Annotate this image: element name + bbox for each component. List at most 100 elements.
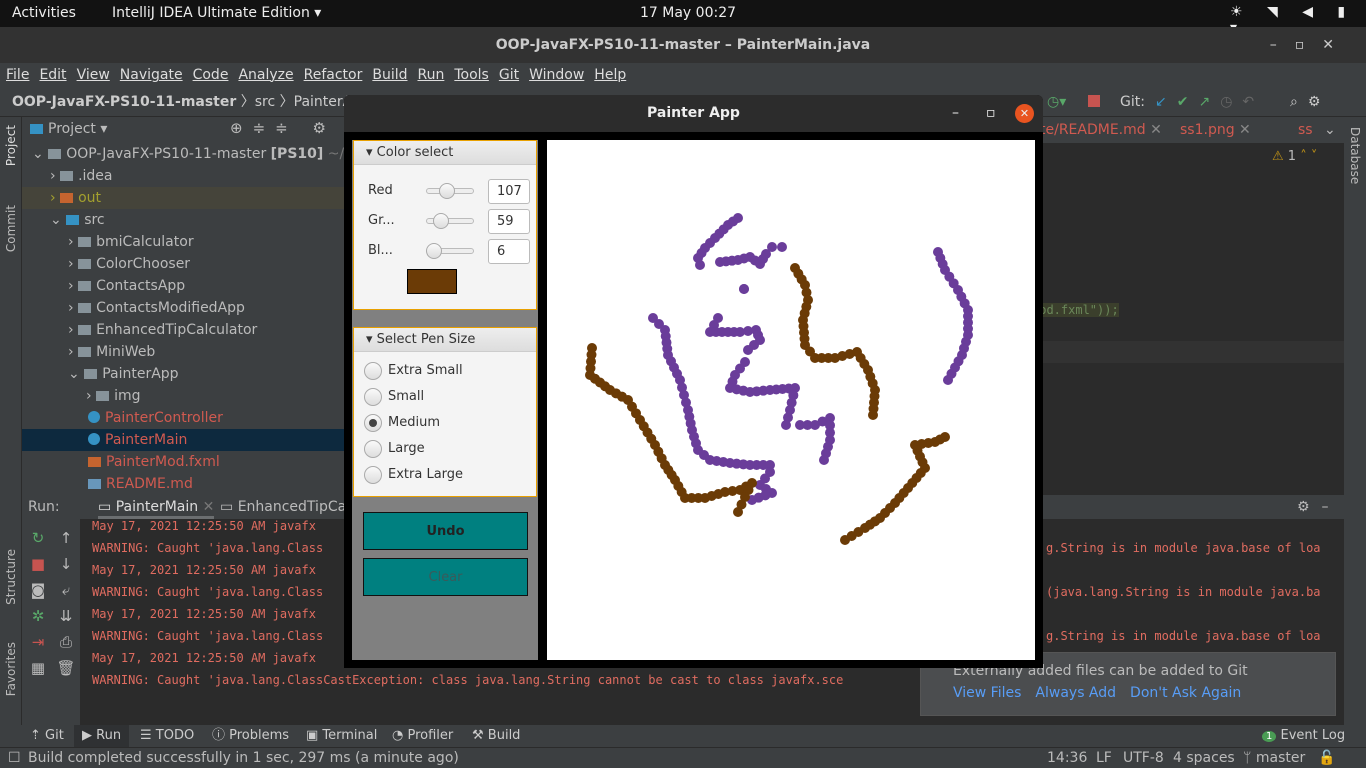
tool-tab-run[interactable]: ▶ Run [74,725,130,747]
git-actions[interactable]: ↙✔↗◷↶ [1155,87,1264,117]
console-line: WARNING: Caught 'java.lang.Class [92,585,324,599]
file-encoding[interactable]: UTF-8 [1123,748,1164,768]
tree-item[interactable]: › EnhancedTipCalculator [22,319,352,341]
commit-tool-tab[interactable]: Commit [4,205,18,252]
pen-size-radio[interactable]: Extra Small [364,360,463,382]
run-tab-enhancedtip[interactable]: ▭ EnhancedTipCa [220,495,346,519]
tab-readme[interactable]: te/README.md ✕ [1040,117,1162,143]
breadcrumb-src[interactable]: src [255,94,275,110]
dont-ask-again-link[interactable]: Don't Ask Again [1130,685,1241,701]
tab-ss[interactable]: ss [1298,117,1313,143]
search-settings-icons[interactable]: ⌕⚙ [1290,87,1330,117]
tree-item[interactable]: › out [22,187,352,209]
stop-icon[interactable] [1088,95,1100,107]
tool-tab-build[interactable]: ⚒ Build [472,725,520,747]
red-slider[interactable] [426,183,474,199]
tool-tab-profiler[interactable]: ◔ Profiler [392,725,453,747]
breadcrumb-project[interactable]: OOP-JavaFX-PS10-11-master [12,94,236,110]
lock-icon[interactable]: 🔓 [1318,748,1335,768]
tree-item[interactable]: ⌄ PainterApp [22,363,352,385]
clear-button[interactable]: Clear [363,558,528,596]
event-log-button[interactable]: 1 Event Log [1262,725,1345,748]
app-menu[interactable]: IntelliJ IDEA Ultimate Edition ▾ [112,5,321,21]
tab-ss1-png[interactable]: ss1.png ✕ [1180,117,1251,143]
activities-button[interactable]: Activities [12,5,76,21]
warning-indicator[interactable]: ⚠ 1 ˄ ˅ [1272,149,1317,164]
always-add-link[interactable]: Always Add [1035,685,1116,701]
tabs-overflow-icon[interactable]: ⌄ [1324,117,1336,143]
tree-item[interactable]: › ColorChooser [22,253,352,275]
green-field[interactable]: 59 [488,209,530,234]
menu-build[interactable]: Build [372,63,407,87]
tool-tab-terminal[interactable]: ▣ Terminal [306,725,377,747]
tree-item[interactable]: ⌄ src [22,209,352,231]
menu-file[interactable]: File [6,63,29,87]
tree-item[interactable]: PainterMod.fxml [22,451,352,473]
indent-setting[interactable]: 4 spaces [1173,748,1235,768]
blue-slider[interactable] [425,243,474,259]
paint-dot [733,213,743,223]
view-files-link[interactable]: View Files [953,685,1021,701]
tool-tab-todo[interactable]: ☰ TODO [140,725,194,747]
pen-size-radio[interactable]: Medium [364,412,440,434]
menu-help[interactable]: Help [594,63,626,87]
tool-tab-git[interactable]: ⇡ Git [30,725,64,747]
color-select-header[interactable]: ▾ Color select [354,141,536,165]
line-separator[interactable]: LF [1096,748,1112,768]
status-message[interactable]: Build completed successfully in 1 sec, 2… [28,748,459,768]
console-line: May 17, 2021 12:25:50 AM javafx [92,651,316,665]
run-panel-actions[interactable]: ⚙– [1297,495,1341,519]
close-button[interactable]: ✕ [1015,104,1034,123]
pen-size-radio[interactable]: Large [364,438,425,460]
green-slider[interactable] [426,213,474,229]
tree-item[interactable]: README.md [22,473,352,495]
run-tab-paintermain[interactable]: ▭ PainterMain ✕ [98,495,215,519]
menu-tools[interactable]: Tools [454,63,489,87]
menu-analyze[interactable]: Analyze [238,63,293,87]
clock[interactable]: 17 May 00:27 [640,5,736,21]
pen-size-header[interactable]: ▾ Select Pen Size [354,328,536,352]
menu-refactor[interactable]: Refactor [304,63,363,87]
tree-item[interactable]: › ContactsModifiedApp [22,297,352,319]
project-tool-tab[interactable]: Project [4,125,18,166]
blue-field[interactable]: 6 [488,239,530,264]
status-toggle-icon[interactable]: ☐ [8,748,21,768]
console-line: May 17, 2021 12:25:50 AM javafx [92,563,316,577]
drawing-canvas[interactable] [547,140,1035,660]
caret-position[interactable]: 14:36 [1047,748,1087,768]
tree-item[interactable]: › bmiCalculator [22,231,352,253]
maximize-button[interactable]: ▫ [986,95,996,132]
pen-size-radio[interactable]: Small [364,386,424,408]
console-actions[interactable]: ↑ ↓ ⤶ ⇊ ⎙ 🗑 [56,525,76,681]
database-tool-tab[interactable]: Database [1348,127,1362,184]
pen-size-radio[interactable]: Extra Large [364,464,463,486]
structure-tool-tab[interactable]: Structure [4,549,18,605]
minimize-button[interactable]: – [952,95,959,132]
project-view-selector[interactable]: Project ▾ [30,117,107,141]
tree-item[interactable]: › ContactsApp [22,275,352,297]
menu-code[interactable]: Code [193,63,229,87]
menu-git[interactable]: Git [499,63,519,87]
menu-window[interactable]: Window [529,63,584,87]
menu-view[interactable]: View [77,63,110,87]
favorites-tool-tab[interactable]: Favorites [4,642,18,696]
run-actions[interactable]: ↻ ■ ◙ ✲ ⇥ ▦ [28,525,48,681]
red-field[interactable]: 107 [488,179,530,204]
tree-item[interactable]: › MiniWeb [22,341,352,363]
tree-item[interactable]: PainterController [22,407,352,429]
tool-tab-problems[interactable]: ⓘ Problems [212,725,289,747]
run-coverage-icon[interactable]: ◷▾ [1047,87,1066,117]
undo-button[interactable]: Undo [363,512,528,550]
tree-item[interactable]: PainterMain [22,429,352,451]
tree-item[interactable]: › img [22,385,352,407]
tree-root[interactable]: ⌄ OOP-JavaFX-PS10-11-master [PS10] ~/D [22,143,355,165]
git-label: Git: [1120,94,1145,110]
menu-edit[interactable]: Edit [39,63,66,87]
git-branch[interactable]: ᛘ master [1243,748,1305,768]
menu-run[interactable]: Run [418,63,445,87]
window-controls[interactable]: –▫✕ [1270,27,1352,63]
project-panel-actions[interactable]: ⊕≑≑ ⚙ [230,119,336,137]
tree-item[interactable]: › .idea [22,165,352,187]
menu-navigate[interactable]: Navigate [120,63,183,87]
paint-dot [943,375,953,385]
